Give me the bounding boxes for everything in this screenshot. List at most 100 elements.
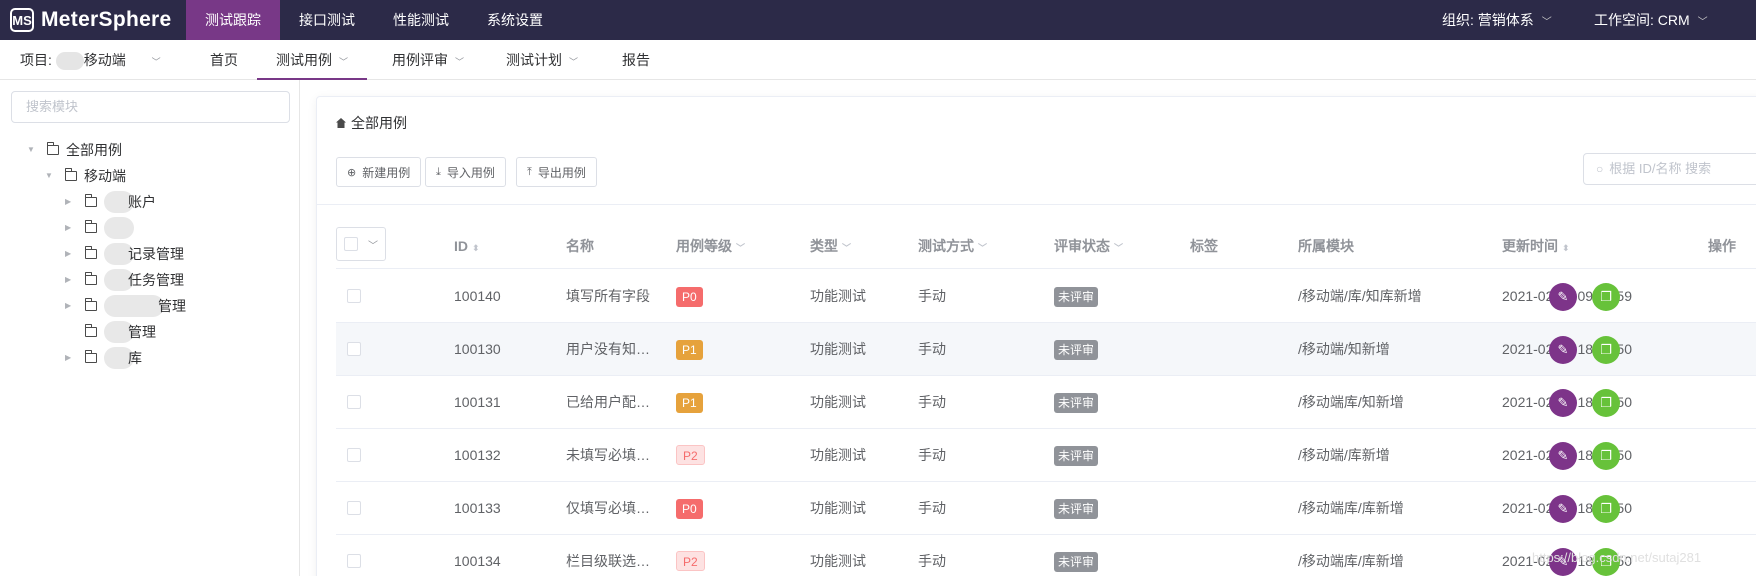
subnav-test-cases[interactable]: 测试用例 ﹀ [257,40,368,80]
pencil-icon: ✎ [1557,395,1569,410]
tree-node[interactable]: ▶ 账户 [65,190,156,214]
edit-button[interactable]: ✎ [1549,283,1577,311]
th-method[interactable]: 测试方式 ﹀ [918,223,987,269]
subnav-case-review[interactable]: 用例评审 ﹀ [392,40,464,80]
tree-node-label: 记录管理 [128,246,184,262]
tree-node[interactable]: 管理 [85,320,156,344]
cell-id: 100131 [454,394,501,410]
redacted-blur [104,295,164,317]
caret-down-icon[interactable]: ▼ [45,164,57,188]
chevron-down-icon: ﹀ [368,240,378,252]
edit-button[interactable]: ✎ [1549,495,1577,523]
module-search-input[interactable]: 搜索模块 [11,91,290,123]
th-id[interactable]: ID ⬍ [454,223,480,269]
tree-node[interactable]: ▶ [65,216,134,240]
pencil-icon: ✎ [1557,342,1569,357]
topnav-test-tracking[interactable]: 测试跟踪 [186,0,280,40]
subnav-test-plan[interactable]: 测试计划 ﹀ [506,40,578,80]
cell-name[interactable]: 已给用户配… [566,376,650,428]
row-checkbox[interactable] [347,554,361,568]
topnav-api-test[interactable]: 接口测试 [280,0,374,40]
app-logo[interactable]: MS MeterSphere [10,0,172,40]
upload-icon: ⤒ [527,165,532,178]
table-row[interactable]: 100133 仅填写必填… P0 功能测试 手动 未评审 /移动端库/库新增 2… [336,482,1756,535]
filter-icon[interactable]: ﹀ [1114,243,1123,253]
th-review[interactable]: 评审状态 ﹀ [1054,223,1123,269]
edit-button[interactable]: ✎ [1549,389,1577,417]
tree-node[interactable]: ▶ 任务管理 [65,268,184,292]
row-checkbox[interactable] [347,501,361,515]
caret-right-icon[interactable]: ▶ [65,216,77,240]
cell-name[interactable]: 未填写必填… [566,429,650,481]
row-checkbox[interactable] [347,289,361,303]
caret-down-icon[interactable]: ▼ [27,138,39,162]
case-search-input[interactable]: ○ 根据 ID/名称 搜索 [1583,153,1756,185]
sort-icon[interactable]: ⬍ [472,243,480,253]
edit-button[interactable]: ✎ [1549,442,1577,470]
topnav-performance-test[interactable]: 性能测试 [374,0,468,40]
caret-right-icon[interactable]: ▶ [65,268,77,292]
th-priority[interactable]: 用例等级 ﹀ [676,223,745,269]
cell-review: 未评审 [1054,323,1099,375]
cell-name[interactable]: 用户没有知… [566,323,650,375]
topnav-system-settings[interactable]: 系统设置 [468,0,562,40]
subnav-report[interactable]: 报告 [622,40,650,80]
cell-name[interactable]: 填写所有字段 [566,270,650,322]
table-row[interactable]: 100130 用户没有知… P1 功能测试 手动 未评审 /移动端/知新增 20… [336,323,1756,376]
copy-button[interactable]: ❐ [1592,283,1620,311]
tree-node-mobile[interactable]: ▼ 移动端 [45,164,126,188]
select-all-checkbox[interactable] [344,237,358,251]
cell-method: 手动 [918,500,946,516]
tree-node[interactable]: ▶ 库 [65,346,142,370]
edit-button[interactable]: ✎ [1549,336,1577,364]
tree-node-all-cases[interactable]: ▼ 全部用例 [27,138,122,162]
project-selector[interactable]: 项目: 移动端 ﹀ [20,40,161,80]
org-switcher[interactable]: 组织: 营销体系 ﹀ [1442,0,1552,40]
filter-icon[interactable]: ﹀ [736,243,745,253]
cell-module: /移动端库/库新增 [1298,500,1404,516]
th-updated-label: 更新时间 [1502,238,1558,254]
tree-node-label: 账户 [128,194,156,210]
pencil-icon: ✎ [1557,501,1569,516]
cell-priority: P1 [676,323,703,375]
tree-node[interactable]: ▶ 记录管理 [65,242,184,266]
subnav-home[interactable]: 首页 [210,40,238,80]
sort-icon[interactable]: ⬍ [1562,243,1570,253]
cell-method: 手动 [918,341,946,357]
table-row[interactable]: 100140 填写所有字段 P0 功能测试 手动 未评审 /移动端/库/知库新增… [336,270,1756,323]
cell-name[interactable]: 仅填写必填… [566,482,650,534]
caret-right-icon[interactable]: ▶ [65,294,77,318]
import-case-button[interactable]: ⤓ 导入用例 [425,157,506,187]
caret-right-icon[interactable]: ▶ [65,242,77,266]
caret-right-icon[interactable]: ▶ [65,190,77,214]
copy-button[interactable]: ❐ [1592,336,1620,364]
copy-button[interactable]: ❐ [1592,389,1620,417]
cell-module: /移动端/库/知库新增 [1298,288,1422,304]
copy-button[interactable]: ❐ [1592,495,1620,523]
copy-icon: ❐ [1600,395,1612,410]
cell-name[interactable]: 栏目级联选… [566,535,650,576]
row-checkbox[interactable] [347,342,361,356]
tree-node-label: 库 [128,350,142,366]
table-row[interactable]: 100131 已给用户配… P1 功能测试 手动 未评审 /移动端库/知新增 2… [336,376,1756,429]
filter-icon[interactable]: ﹀ [842,243,851,253]
new-case-button[interactable]: ⊕ 新建用例 [336,157,422,187]
th-type[interactable]: 类型 ﹀ [810,223,851,269]
folder-icon [47,142,59,155]
caret-right-icon[interactable]: ▶ [65,346,77,370]
tree-node[interactable]: ▶ 管理 [65,294,186,318]
copy-button[interactable]: ❐ [1592,442,1620,470]
select-all-dropdown[interactable]: ﹀ [336,227,386,261]
row-checkbox[interactable] [347,448,361,462]
table-row[interactable]: 100132 未填写必填… P2 功能测试 手动 未评审 /移动端/库新增 20… [336,429,1756,482]
breadcrumb: 全部用例 [336,113,407,133]
filter-icon[interactable]: ﹀ [978,243,987,253]
row-checkbox[interactable] [347,395,361,409]
top-header: MS MeterSphere 测试跟踪 接口测试 性能测试 系统设置 组织: 营… [0,0,1756,40]
workspace-switcher[interactable]: 工作空间: CRM ﹀ [1594,0,1708,40]
th-updated[interactable]: 更新时间 ⬍ [1502,223,1570,269]
chevron-down-icon: ﹀ [1541,17,1552,28]
cell-method: 手动 [918,288,946,304]
top-nav: 测试跟踪 接口测试 性能测试 系统设置 [186,0,562,40]
export-case-button[interactable]: ⤒ 导出用例 [516,157,597,187]
